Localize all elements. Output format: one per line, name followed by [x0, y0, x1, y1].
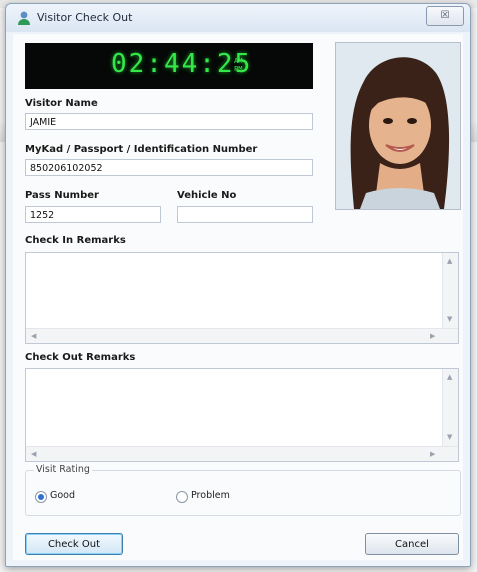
scroll-up-icon[interactable]: ▲: [447, 373, 452, 381]
check-out-remarks-label: Check Out Remarks: [25, 352, 136, 363]
check-in-horizontal-scrollbar[interactable]: ◀ ▶: [26, 328, 458, 343]
user-icon: [18, 11, 30, 25]
rating-problem-label[interactable]: Problem: [191, 490, 230, 501]
clock-time: 02:44:25: [111, 49, 253, 79]
clock-ampm: AM PM: [234, 57, 242, 73]
pass-number-field[interactable]: 1252: [25, 206, 161, 223]
scroll-left-icon[interactable]: ◀: [31, 332, 36, 340]
id-number-field[interactable]: 850206102052: [25, 159, 313, 176]
scroll-down-icon[interactable]: ▼: [447, 433, 452, 441]
rating-good-label[interactable]: Good: [50, 490, 75, 501]
scroll-right-icon[interactable]: ▶: [430, 332, 435, 340]
vehicle-no-field[interactable]: [177, 206, 313, 223]
cancel-button[interactable]: Cancel: [365, 533, 459, 555]
pass-number-label: Pass Number: [25, 190, 99, 201]
clock-pm: PM: [234, 65, 243, 73]
form-body: 02:44:25 AM PM Visitor Name JAMIE MyKad …: [13, 34, 463, 560]
close-icon: ☒: [440, 10, 450, 21]
id-number-label: MyKad / Passport / Identification Number: [25, 144, 258, 155]
title-bar: Visitor Check Out ☒: [6, 4, 470, 32]
clock-am: AM: [234, 57, 243, 65]
visitor-photo: [335, 42, 461, 210]
check-in-vertical-scrollbar[interactable]: ▲ ▼: [442, 253, 458, 329]
rating-problem-radio[interactable]: [176, 491, 188, 503]
visit-rating-group: Visit Rating Good Problem: [25, 464, 461, 516]
check-out-horizontal-scrollbar[interactable]: ◀ ▶: [26, 446, 458, 461]
check-out-remarks-textarea[interactable]: ▲ ▼ ◀ ▶: [25, 368, 459, 462]
digital-clock: 02:44:25 AM PM: [25, 43, 313, 89]
scroll-left-icon[interactable]: ◀: [31, 450, 36, 458]
window-title: Visitor Check Out: [37, 11, 133, 24]
visitor-photo-image: [336, 43, 460, 209]
close-button[interactable]: ☒: [426, 6, 464, 26]
vehicle-no-label: Vehicle No: [177, 190, 237, 201]
check-out-button[interactable]: Check Out: [25, 533, 123, 555]
visitor-check-out-window: Visitor Check Out ☒ 02:44:25 AM PM Visit…: [5, 3, 471, 567]
visitor-name-field[interactable]: JAMIE: [25, 113, 313, 130]
check-in-remarks-label: Check In Remarks: [25, 235, 126, 246]
check-in-remarks-textarea[interactable]: ▲ ▼ ◀ ▶: [25, 252, 459, 344]
rating-good-radio[interactable]: [35, 491, 47, 503]
radio-selected-dot: [38, 494, 44, 500]
scroll-up-icon[interactable]: ▲: [447, 257, 452, 265]
scroll-down-icon[interactable]: ▼: [447, 315, 452, 323]
visitor-name-label: Visitor Name: [25, 98, 98, 109]
visit-rating-legend: Visit Rating: [34, 464, 92, 475]
scroll-right-icon[interactable]: ▶: [430, 450, 435, 458]
check-out-vertical-scrollbar[interactable]: ▲ ▼: [442, 369, 458, 447]
